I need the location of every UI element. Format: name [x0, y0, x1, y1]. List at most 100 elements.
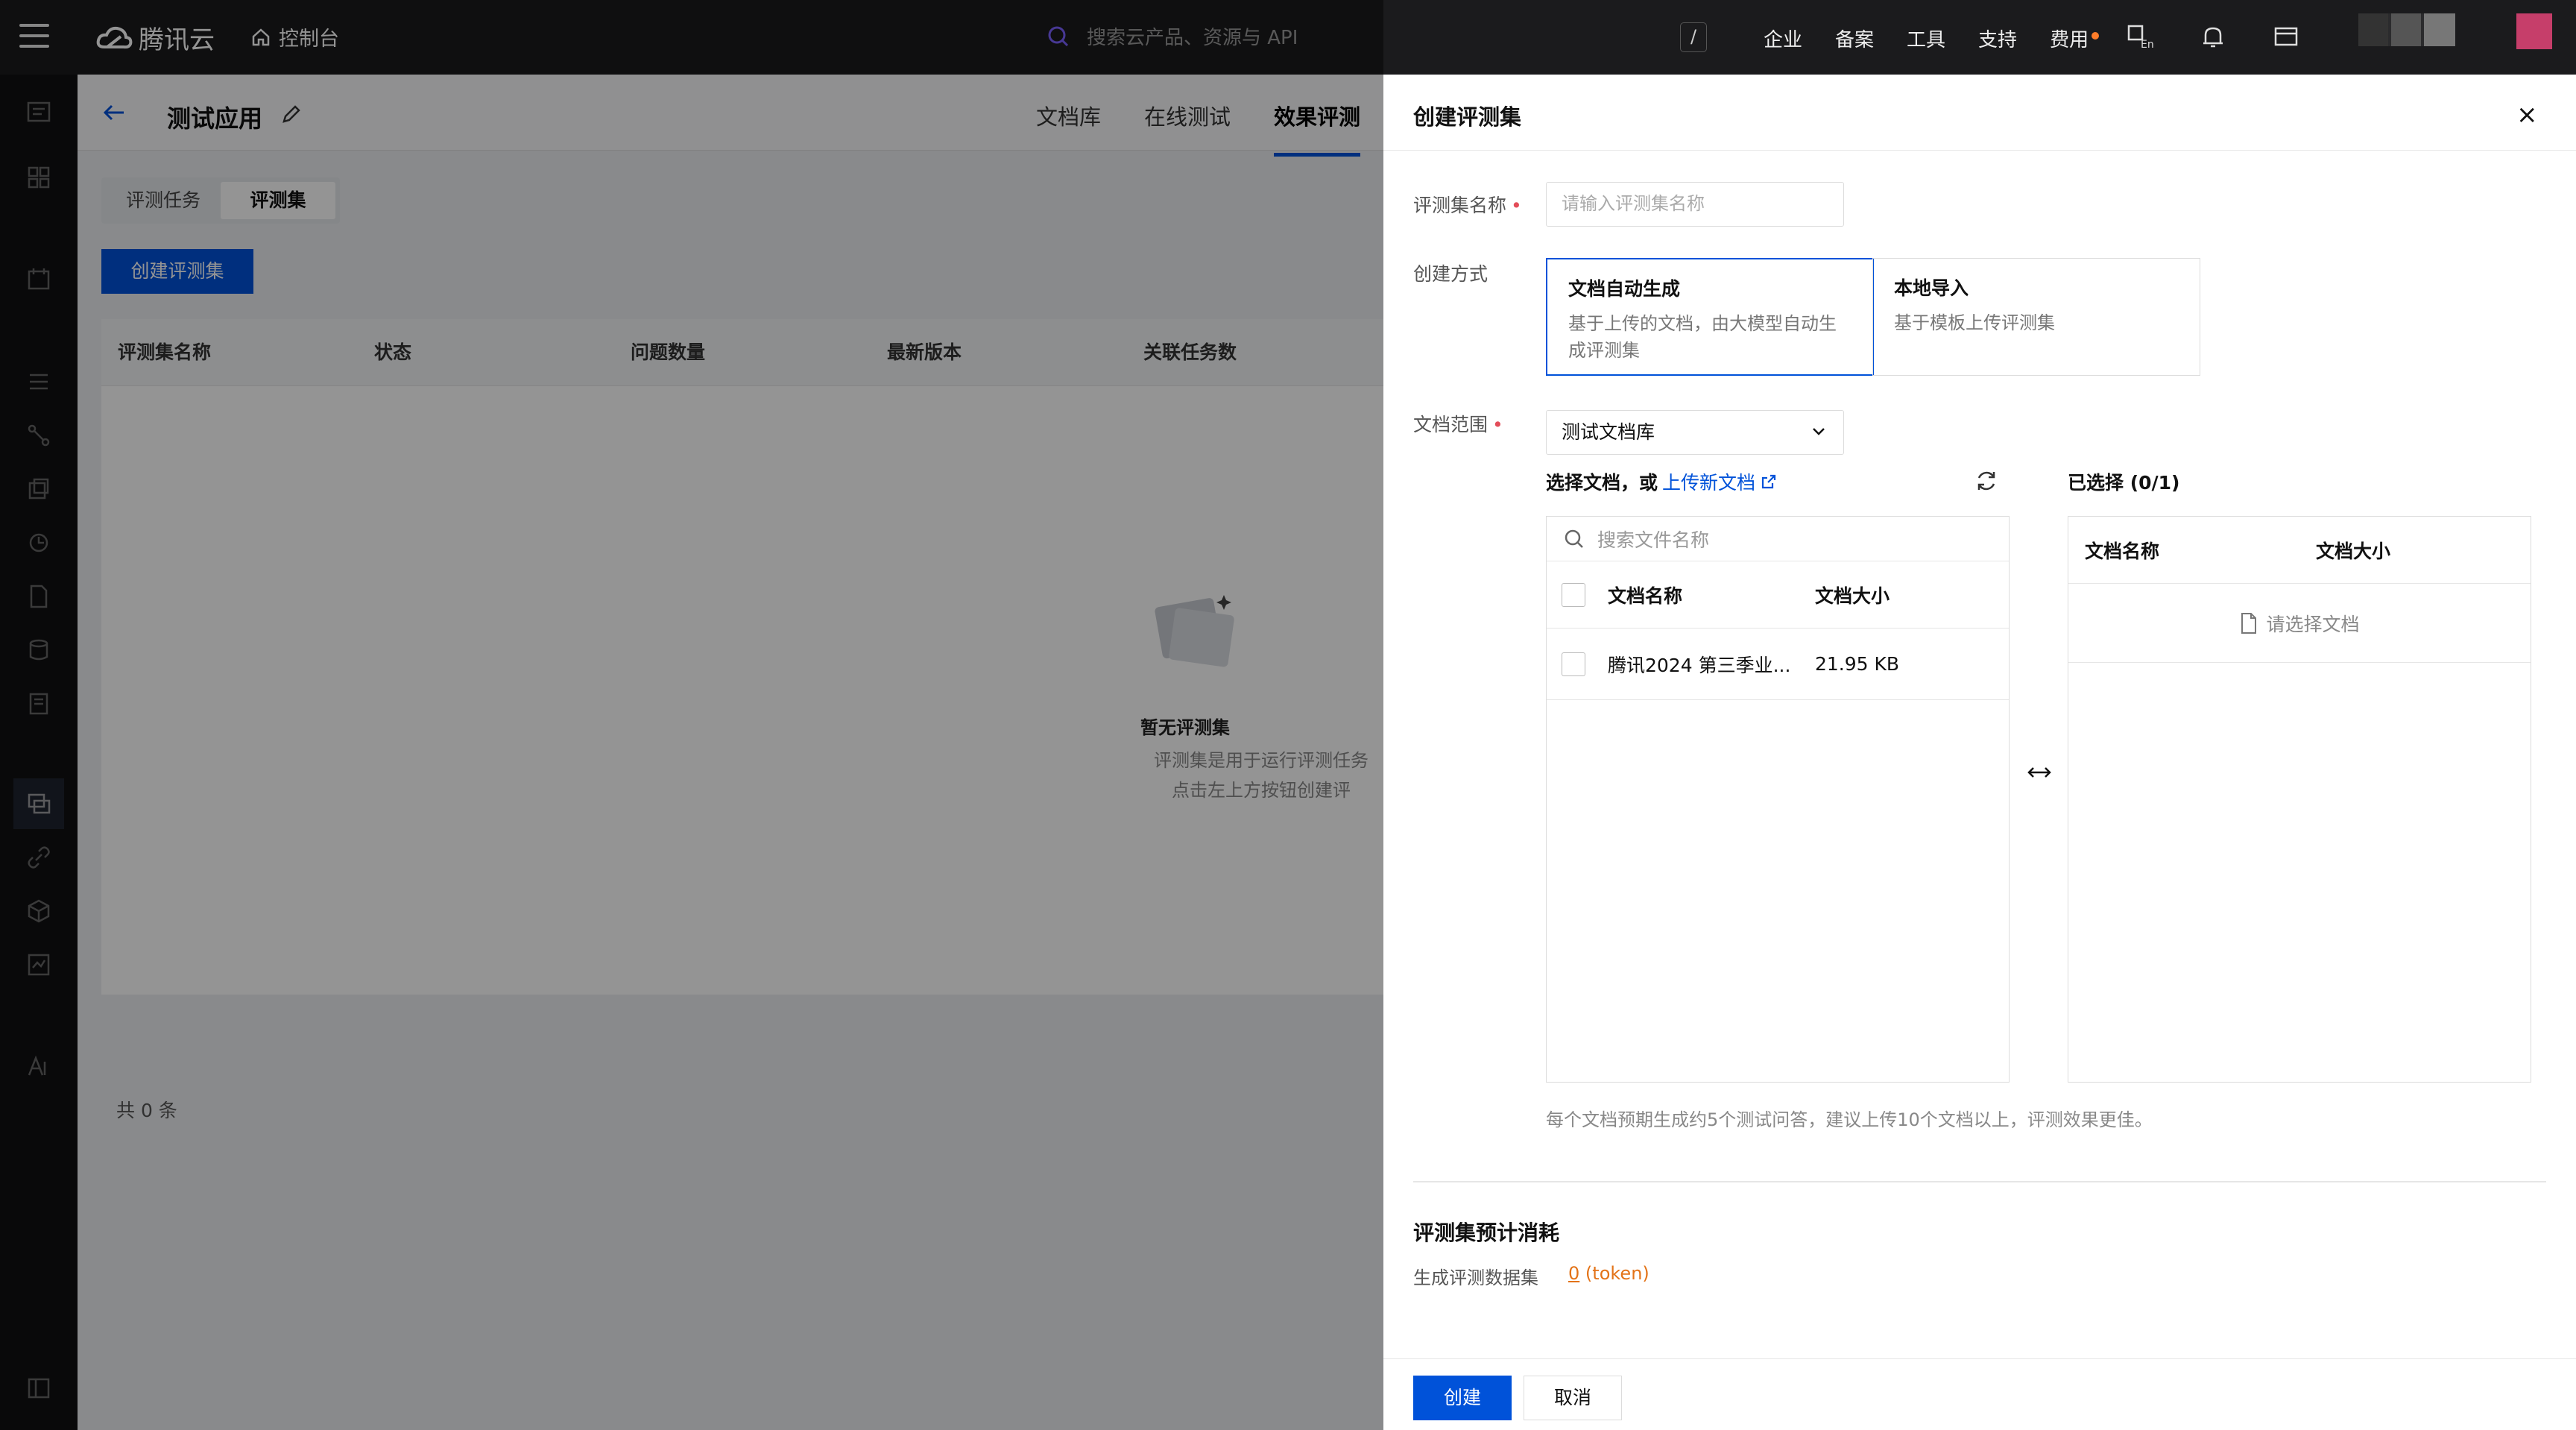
method-auto-generate[interactable]: 文档自动生成 基于上传的文档，由大模型自动生成评测集	[1546, 258, 1874, 376]
nav-filing[interactable]: 备案	[1835, 25, 1874, 52]
cost-value: 0 (token)	[1568, 1263, 1650, 1289]
back-arrow-icon[interactable]	[101, 101, 127, 124]
link-icon[interactable]	[25, 844, 52, 871]
console-label: 控制台	[279, 28, 339, 51]
total-count: 共 0 条	[116, 1100, 177, 1121]
nav-tools[interactable]: 工具	[1907, 25, 1945, 52]
overview-icon[interactable]	[25, 98, 52, 125]
doc-selected-panel: 文档名称 文档大小 请选择文档	[2068, 516, 2531, 1083]
plugin-icon[interactable]	[25, 476, 52, 503]
document-icon[interactable]	[25, 583, 52, 610]
evaluation-icon[interactable]	[25, 790, 52, 817]
method-import-title: 本地导入	[1894, 277, 1969, 299]
eval-set-name-input[interactable]: 请输入评测集名称	[1546, 182, 1844, 227]
col-question-count: 问题数量	[631, 341, 706, 363]
cancel-button[interactable]: 取消	[1524, 1376, 1622, 1420]
col-eval-set-name: 评测集名称	[118, 341, 212, 363]
row-checkbox[interactable]	[1562, 652, 1585, 676]
select-docs-label: 选择文档，或	[1546, 472, 1658, 494]
create-eval-set-drawer: 创建评测集 × 评测集名称 • 请输入评测集名称 创建方式 文档自动生成 基于上传…	[1383, 75, 2576, 1430]
transfer-arrows-icon	[2027, 767, 2051, 778]
file-search-input[interactable]: 搜索文件名称	[1547, 517, 2009, 561]
ai-icon[interactable]	[25, 1053, 52, 1080]
empty-title: 暂无评测集	[1140, 717, 1230, 738]
segment-eval-tasks[interactable]: 评测任务	[106, 182, 221, 219]
doc-size: 21.95 KB	[1815, 653, 1900, 675]
tab-online-test[interactable]: 在线测试	[1144, 100, 1231, 131]
cost-estimate-row: 生成评测数据集 0 (token)	[1413, 1263, 1650, 1289]
cost-estimate-title: 评测集预计消耗	[1413, 1220, 1560, 1245]
select-all-checkbox[interactable]	[1562, 582, 1585, 607]
generation-hint: 每个文档预期生成约5个测试问答，建议上传10个文档以上，评测效果更佳。	[1546, 1109, 2153, 1130]
method-import-desc: 基于模板上传评测集	[1894, 312, 2055, 333]
main-content: 测试应用 文档库 在线测试 效果评测 评测任务 评测集 创建评测集 评测集名称 …	[78, 75, 1383, 1430]
empty-selection: 请选择文档	[2068, 584, 2531, 663]
segment-eval-sets[interactable]: 评测集	[221, 182, 335, 219]
bell-icon[interactable]	[2199, 22, 2227, 51]
avatar[interactable]	[2516, 13, 2552, 49]
refresh-icon[interactable]	[1974, 468, 1999, 494]
method-local-import[interactable]: 本地导入 基于模板上传评测集	[1872, 258, 2200, 376]
console-link[interactable]: 控制台	[250, 22, 339, 51]
scope-label: 文档范围 •	[1413, 410, 1503, 437]
apps-grid-icon[interactable]	[25, 164, 52, 191]
home-icon	[252, 28, 270, 45]
drawer-title: 创建评测集	[1413, 104, 1522, 130]
ticket-icon[interactable]	[2272, 22, 2300, 51]
collapse-sidebar-icon[interactable]	[25, 1375, 52, 1402]
language-icon[interactable]: En	[2126, 22, 2154, 51]
doc-table-header: 文档名称 文档大小	[1547, 561, 2009, 629]
database-icon[interactable]	[25, 637, 52, 664]
app-header: 测试应用 文档库 在线测试 效果评测	[78, 75, 1383, 157]
create-eval-set-button[interactable]: 创建评测集	[101, 249, 253, 294]
search-icon	[1565, 529, 1583, 548]
cloud-logo-icon	[96, 26, 133, 48]
required-mark: •	[1511, 195, 1522, 216]
scope-label-text: 文档范围	[1413, 414, 1489, 435]
nav-enterprise[interactable]: 企业	[1764, 25, 1802, 52]
file-search-placeholder: 搜索文件名称	[1597, 529, 1710, 551]
chevron-down-icon	[1813, 428, 1825, 435]
calendar-icon[interactable]	[25, 265, 52, 292]
col-selected-size: 文档大小	[2316, 540, 2391, 562]
close-icon[interactable]: ×	[2516, 100, 2538, 130]
table-row[interactable]: 腾讯2024 第三季业... 21.95 KB	[1547, 629, 2009, 700]
col-linked-tasks: 关联任务数	[1143, 341, 1237, 363]
search-icon	[1048, 26, 1069, 46]
cost-label: 生成评测数据集	[1413, 1267, 1538, 1288]
upload-new-doc-link[interactable]: 上传新文档	[1662, 468, 1755, 495]
col-doc-name: 文档名称	[1608, 585, 1683, 607]
nav-billing[interactable]: 费用	[2050, 25, 2100, 52]
name-label: 评测集名称 •	[1413, 191, 1522, 218]
global-search[interactable]: 搜索云产品、资源与 API	[1046, 22, 1298, 50]
side-rail	[0, 75, 78, 1430]
required-mark: •	[1492, 414, 1503, 435]
list-icon[interactable]	[25, 368, 52, 395]
tab-evaluation[interactable]: 效果评测	[1274, 100, 1361, 157]
cube-icon[interactable]	[25, 898, 52, 925]
cloud-sync-icon[interactable]	[25, 529, 52, 556]
monitor-icon[interactable]	[25, 951, 52, 978]
hamburger-menu-icon[interactable]	[19, 24, 49, 49]
book-icon[interactable]	[25, 690, 52, 717]
global-search-placeholder: 搜索云产品、资源与 API	[1087, 27, 1298, 49]
token-count: 0	[1568, 1263, 1580, 1284]
create-button[interactable]: 创建	[1413, 1376, 1512, 1420]
account-info[interactable]	[2358, 13, 2455, 46]
col-doc-size: 文档大小	[1815, 585, 1890, 607]
external-link-icon	[1761, 474, 1776, 489]
doc-scope-select[interactable]: 测试文档库	[1546, 410, 1844, 455]
brand-logo[interactable]: 腾讯云	[95, 19, 215, 56]
brand-name: 腾讯云	[139, 25, 215, 55]
edit-pencil-icon[interactable]	[280, 103, 303, 125]
method-label: 创建方式	[1413, 263, 1489, 285]
table-header: 评测集名称 状态 问题数量 最新版本 关联任务数	[101, 319, 1383, 386]
eval-set-table: 评测集名称 状态 问题数量 最新版本 关联任务数 暂无评测集 评测集是用于运行评…	[101, 319, 1383, 995]
col-latest-version: 最新版本	[887, 341, 962, 363]
doc-name: 腾讯2024 第三季业...	[1608, 654, 1791, 676]
tab-doc-library[interactable]: 文档库	[1036, 100, 1101, 131]
name-label-text: 评测集名称	[1413, 195, 1507, 216]
workflow-icon[interactable]	[25, 422, 52, 449]
nav-support[interactable]: 支持	[1978, 25, 2017, 52]
select-docs-heading: 选择文档，或 上传新文档	[1546, 468, 1778, 495]
